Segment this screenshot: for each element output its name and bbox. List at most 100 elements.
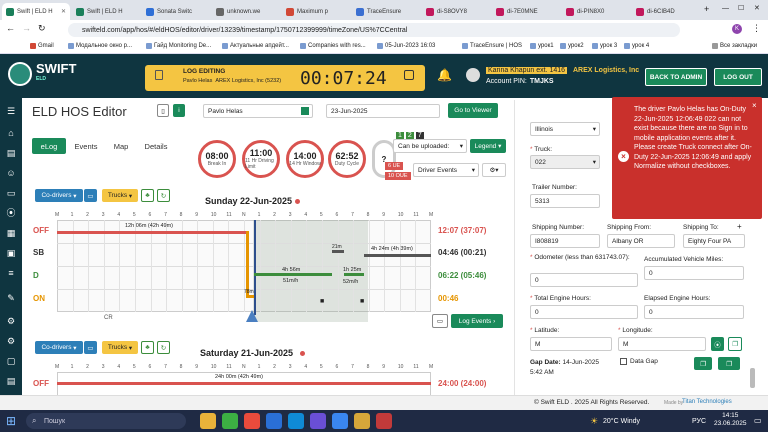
reload-icon[interactable]: ↻ bbox=[38, 23, 46, 34]
bookmark-item[interactable]: TraceEnsure | HOS bbox=[462, 43, 522, 49]
data-gap-checkbox[interactable] bbox=[620, 358, 627, 365]
bookmark-item[interactable]: урок1 bbox=[530, 43, 554, 49]
document-button[interactable]: ▯ bbox=[157, 104, 169, 117]
id-card-icon[interactable]: ▤ bbox=[6, 376, 16, 386]
truck-select[interactable]: 022 ▾ bbox=[530, 155, 600, 169]
odometer-input[interactable]: 0 bbox=[530, 273, 638, 287]
comment-button[interactable]: ▭ bbox=[432, 314, 448, 328]
location-icon[interactable]: ⦿ bbox=[6, 208, 16, 218]
monitor-icon[interactable]: ▢ bbox=[6, 356, 16, 366]
legend-button[interactable]: Legend ▾ bbox=[470, 139, 506, 153]
menu-icon[interactable]: ⋮ bbox=[752, 23, 761, 34]
bookmark-item[interactable]: Актуальные апдейт... bbox=[222, 43, 289, 49]
bookmark-item[interactable]: Модальное окно р... bbox=[68, 43, 132, 49]
co-drivers-button[interactable]: Co-drivers ▾ bbox=[35, 189, 83, 202]
avatar[interactable] bbox=[466, 68, 480, 82]
save-copy-button[interactable]: ❐ bbox=[694, 357, 712, 370]
driver-select[interactable]: Pavlo Helas bbox=[203, 104, 313, 118]
edge-icon[interactable] bbox=[266, 413, 282, 429]
browser-tab[interactable]: TraceEnsure bbox=[352, 3, 420, 20]
hamburger-icon[interactable]: ☰ bbox=[6, 106, 16, 116]
sleeper-segment-1[interactable] bbox=[332, 250, 344, 253]
longitude-input[interactable]: M bbox=[618, 337, 706, 351]
log-events-button[interactable]: Log Events › bbox=[451, 314, 503, 328]
taskbar-search-input[interactable]: Пошук bbox=[26, 413, 186, 429]
avatar[interactable]: K bbox=[732, 24, 742, 34]
driver-events-select[interactable]: Driver Events ▾ bbox=[413, 163, 479, 177]
app-icon[interactable] bbox=[332, 413, 348, 429]
app-icon[interactable] bbox=[354, 413, 370, 429]
elapsed-hours-input[interactable]: 0 bbox=[644, 305, 744, 319]
info-button[interactable]: i bbox=[173, 104, 185, 117]
trailer-input[interactable]: 5313 bbox=[530, 194, 600, 208]
calendar-icon[interactable]: ▣ bbox=[6, 248, 16, 258]
driving-segment-1[interactable] bbox=[254, 273, 332, 276]
browser-tab[interactable]: di-6CIB4D bbox=[632, 3, 700, 20]
driving-segment-2[interactable] bbox=[344, 273, 364, 276]
copy-all-button[interactable]: ❐ bbox=[718, 357, 740, 370]
close-icon[interactable]: ✕ bbox=[61, 8, 66, 15]
trucks-button-day2[interactable]: Trucks ▾ bbox=[102, 341, 138, 354]
normalize-button[interactable]: ♣ bbox=[141, 189, 154, 202]
book-icon[interactable]: ▦ bbox=[6, 228, 16, 238]
tab-elog[interactable]: eLog bbox=[32, 138, 66, 154]
list-icon[interactable]: ≡ bbox=[6, 268, 16, 278]
browser-tab[interactable]: di-7E0MNE bbox=[492, 3, 560, 20]
gear-icon[interactable]: ⚙ bbox=[6, 316, 16, 326]
map-pin-button[interactable]: ⦿ bbox=[711, 337, 724, 351]
close-icon[interactable]: × bbox=[752, 101, 757, 111]
chart-icon[interactable]: ▤ bbox=[6, 148, 16, 158]
truck-add-button-day2[interactable]: ▭ bbox=[84, 341, 97, 354]
browser-tab[interactable]: Maximum p bbox=[282, 3, 350, 20]
settings-dropdown-button[interactable]: ⚙▾ bbox=[482, 163, 506, 177]
refresh-button[interactable]: ↻ bbox=[157, 189, 170, 202]
add-icon[interactable]: + bbox=[737, 222, 742, 231]
tab-details[interactable]: Details bbox=[138, 138, 174, 154]
browser-tab[interactable]: di-PIN8X0 bbox=[562, 3, 630, 20]
back-to-admin-button[interactable]: BACK TO ADMIN bbox=[645, 68, 707, 86]
tab-events[interactable]: Events bbox=[68, 138, 104, 154]
back-icon[interactable]: ← bbox=[6, 23, 15, 33]
forward-icon[interactable]: → bbox=[22, 23, 31, 33]
home-icon[interactable]: ⌂ bbox=[6, 128, 16, 138]
tab-map[interactable]: Map bbox=[106, 138, 136, 154]
accumulated-miles-input[interactable]: 0 bbox=[644, 266, 744, 280]
bookmark-item[interactable]: урок 3 bbox=[592, 43, 617, 49]
browser-tab[interactable]: unknown.we bbox=[212, 3, 280, 20]
titan-logo[interactable]: Titan Technologies bbox=[682, 399, 732, 405]
app-icon[interactable] bbox=[376, 413, 392, 429]
on-segment[interactable] bbox=[246, 295, 254, 298]
wrench-icon[interactable]: ✎ bbox=[6, 293, 16, 303]
all-bookmarks[interactable]: Все закладки bbox=[712, 43, 757, 49]
shipping-to-input[interactable]: Eighty Four PA bbox=[683, 234, 745, 248]
browser-tab[interactable]: di-S8OVY8 bbox=[422, 3, 490, 20]
chrome-icon[interactable] bbox=[222, 413, 238, 429]
latitude-input[interactable]: M bbox=[530, 337, 612, 351]
app-icon[interactable] bbox=[310, 413, 326, 429]
window-close-icon[interactable]: ✕ bbox=[754, 4, 760, 12]
sleeper-segment-2[interactable] bbox=[364, 254, 431, 257]
off-segment[interactable] bbox=[57, 231, 246, 234]
browser-tab[interactable]: Sonata Switc bbox=[142, 3, 210, 20]
truck-add-button[interactable]: ▭ bbox=[84, 189, 97, 202]
shipping-number-input[interactable]: I808819 bbox=[530, 234, 600, 248]
state-select[interactable]: Illinois ▾ bbox=[530, 122, 600, 136]
url-input[interactable]: swifteld.com/app/hos/#/eldHOS/editor/dri… bbox=[68, 23, 680, 37]
bookmark-item[interactable]: Гайд Monitoring De... bbox=[146, 43, 211, 49]
opera-icon[interactable] bbox=[244, 413, 260, 429]
layout-icon[interactable] bbox=[404, 70, 414, 80]
maximize-icon[interactable]: ☐ bbox=[738, 4, 744, 12]
bell-icon[interactable]: 🔔 bbox=[437, 68, 452, 82]
file-explorer-icon[interactable] bbox=[200, 413, 216, 429]
new-tab-icon[interactable]: + bbox=[704, 4, 709, 14]
go-to-viewer-button[interactable]: Go to Viewer bbox=[448, 103, 498, 118]
weather-text[interactable]: 20°C Windy bbox=[603, 418, 640, 425]
browser-tab[interactable]: Swift | ELD H ✕ bbox=[2, 3, 70, 20]
windows-start-icon[interactable]: ⊞ bbox=[6, 414, 20, 428]
settings-icon[interactable]: ⚙ bbox=[6, 336, 16, 346]
cursor-line[interactable] bbox=[254, 220, 256, 315]
shipping-from-input[interactable]: Albany OR bbox=[607, 234, 675, 248]
notification-icon[interactable]: ▭ bbox=[754, 416, 762, 425]
copy-button[interactable]: ❐ bbox=[728, 337, 742, 351]
telegram-icon[interactable] bbox=[288, 413, 304, 429]
